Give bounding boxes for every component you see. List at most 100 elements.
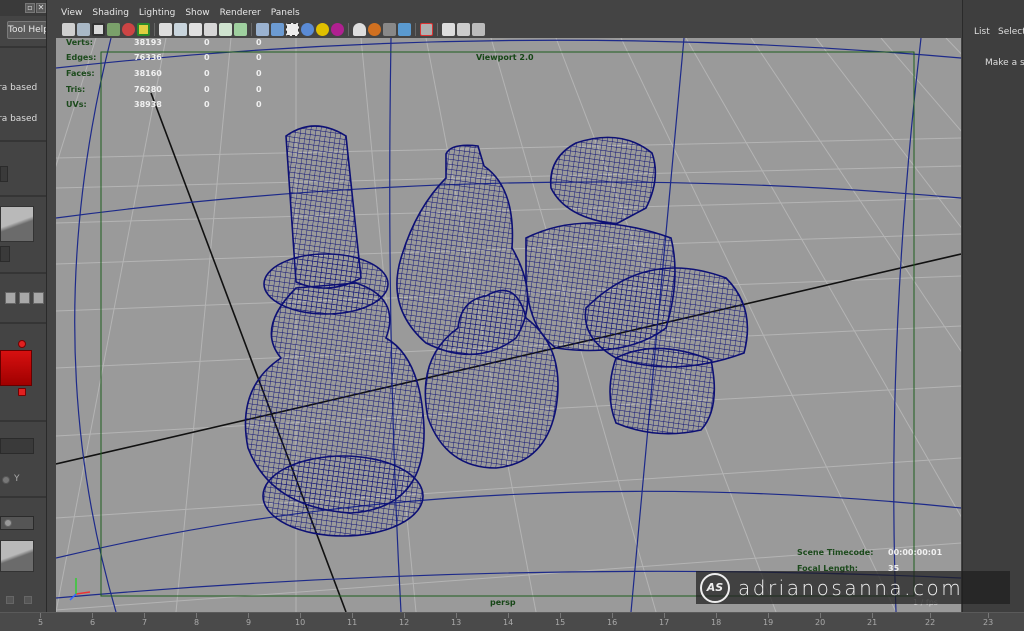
stat-value: 0: [256, 85, 262, 94]
tab-list[interactable]: List: [974, 27, 990, 37]
tool-settings-panel: ▫ ✕ Tool Help ra based ra based Y: [0, 0, 47, 612]
select-camera-icon[interactable]: [62, 22, 75, 36]
preset-swatch[interactable]: [19, 292, 30, 304]
close-icon[interactable]: ✕: [36, 3, 46, 13]
stat-value: 0: [256, 53, 262, 62]
smooth-shade-icon[interactable]: [189, 22, 202, 36]
setting-field[interactable]: [0, 438, 34, 454]
viewport-canvas[interactable]: [56, 38, 961, 612]
anti-aliasing-icon[interactable]: [331, 22, 344, 36]
frame-number: 14: [503, 618, 514, 627]
view-transform-icon[interactable]: [420, 22, 433, 36]
shadows-icon[interactable]: [286, 22, 299, 36]
exposure-icon[interactable]: [398, 22, 411, 36]
light-icon[interactable]: [368, 22, 381, 36]
tab-selected[interactable]: Selecte: [998, 27, 1024, 37]
stat-label: Faces:: [66, 69, 95, 78]
depth-of-field-icon[interactable]: [353, 22, 366, 36]
small-swatch[interactable]: [24, 596, 32, 604]
viewport-3d[interactable]: Verts: 38193 0 0 Edges: 76336 0 0 Faces:…: [56, 38, 961, 612]
watermark-logo: AS: [700, 572, 730, 603]
restore-icon[interactable]: ▫: [25, 3, 35, 13]
color-key-marker[interactable]: [18, 388, 26, 396]
stat-value: 0: [204, 38, 210, 47]
isolate-select-icon[interactable]: [271, 22, 284, 36]
small-swatch[interactable]: [6, 596, 14, 604]
menu-renderer[interactable]: Renderer: [216, 6, 267, 20]
frame-number: 8: [194, 618, 200, 627]
vase-jar-lid: [549, 136, 657, 225]
bookmarks-icon[interactable]: [92, 22, 105, 36]
watermark: AS adrianosanna.com: [696, 571, 1010, 604]
outliner-panel: List Selecte Make a se: [962, 0, 1024, 612]
preset-swatch[interactable]: [33, 292, 44, 304]
image-plane-icon[interactable]: [107, 22, 120, 36]
film-gate-icon[interactable]: [137, 22, 150, 36]
divider: [0, 140, 46, 142]
setting-field[interactable]: [0, 246, 10, 262]
frame-number: 20: [815, 618, 826, 627]
frame-number: 18: [711, 618, 722, 627]
menu-panels[interactable]: Panels: [267, 6, 306, 20]
ambient-occlusion-icon[interactable]: [301, 22, 314, 36]
frame-number: 15: [555, 618, 566, 627]
menu-show[interactable]: Show: [181, 6, 215, 20]
menu-shading[interactable]: Shading: [88, 6, 135, 20]
divider: [0, 272, 46, 274]
frame-number: 16: [607, 618, 618, 627]
frame-number: 17: [659, 618, 670, 627]
grid-icon[interactable]: [159, 22, 172, 36]
menu-lighting[interactable]: Lighting: [135, 6, 181, 20]
panel-titlebar: ▫ ✕: [0, 0, 46, 16]
frame-number: 7: [142, 618, 148, 627]
xray-icon[interactable]: [256, 22, 269, 36]
toolbar-separator: [251, 22, 252, 36]
vase-mushroom-base: [609, 347, 716, 435]
four-view-icon[interactable]: [457, 22, 470, 36]
single-view-icon[interactable]: [442, 22, 455, 36]
wireframe-icon[interactable]: [174, 22, 187, 36]
stat-value: 38938: [134, 100, 162, 109]
setting-field[interactable]: [0, 166, 8, 182]
vase-dish: [262, 455, 424, 537]
frame-number: 13: [451, 618, 462, 627]
stat-label: Tris:: [66, 85, 86, 94]
stat-label: UVs:: [66, 100, 87, 109]
time-slider[interactable]: 5 6 7 8 9 10 11 12 13 14 15 16 17 18 19 …: [0, 612, 1024, 631]
camera-attributes-icon[interactable]: [77, 22, 90, 36]
textured-icon[interactable]: [219, 22, 232, 36]
renderer-label: Viewport 2.0: [476, 53, 534, 62]
toolbar-separator: [154, 22, 155, 36]
motion-blur-icon[interactable]: [316, 22, 329, 36]
frame-number: 21: [867, 618, 878, 627]
scene-timecode-label: Scene Timecode:: [797, 548, 874, 557]
preset-swatch[interactable]: [5, 292, 16, 304]
menu-view[interactable]: View: [57, 6, 88, 20]
stat-value: 38160: [134, 69, 162, 78]
slider-handle[interactable]: [4, 519, 12, 527]
color-key-dot[interactable]: [18, 340, 26, 348]
frame-number: 6: [90, 618, 96, 627]
color-ramp[interactable]: [0, 350, 32, 386]
lights-icon[interactable]: [234, 22, 247, 36]
radio-icon[interactable]: [2, 476, 10, 484]
wireframe-vases[interactable]: [244, 125, 749, 537]
gamma-icon[interactable]: [383, 22, 396, 36]
frame-number: 22: [925, 618, 936, 627]
wireframe-on-shaded-icon[interactable]: [204, 22, 217, 36]
viewport-toolbar: [62, 21, 487, 37]
divider: [0, 195, 46, 197]
stat-value: 0: [204, 53, 210, 62]
viewport-menubar: View Shading Lighting Show Renderer Pane…: [57, 6, 306, 20]
panel-layout-icon[interactable]: [472, 22, 485, 36]
selection-hint: Make a se: [985, 58, 1024, 68]
frame-number: 11: [347, 618, 358, 627]
falloff-curve-graph[interactable]: [0, 540, 34, 572]
grease-pencil-icon[interactable]: [122, 22, 135, 36]
frame-number: 10: [295, 618, 306, 627]
tool-help-button[interactable]: Tool Help: [7, 21, 46, 39]
falloff-curve-graph[interactable]: [0, 206, 34, 242]
divider: [0, 420, 46, 422]
stat-label: Edges:: [66, 53, 97, 62]
stat-label: Verts:: [66, 38, 93, 47]
